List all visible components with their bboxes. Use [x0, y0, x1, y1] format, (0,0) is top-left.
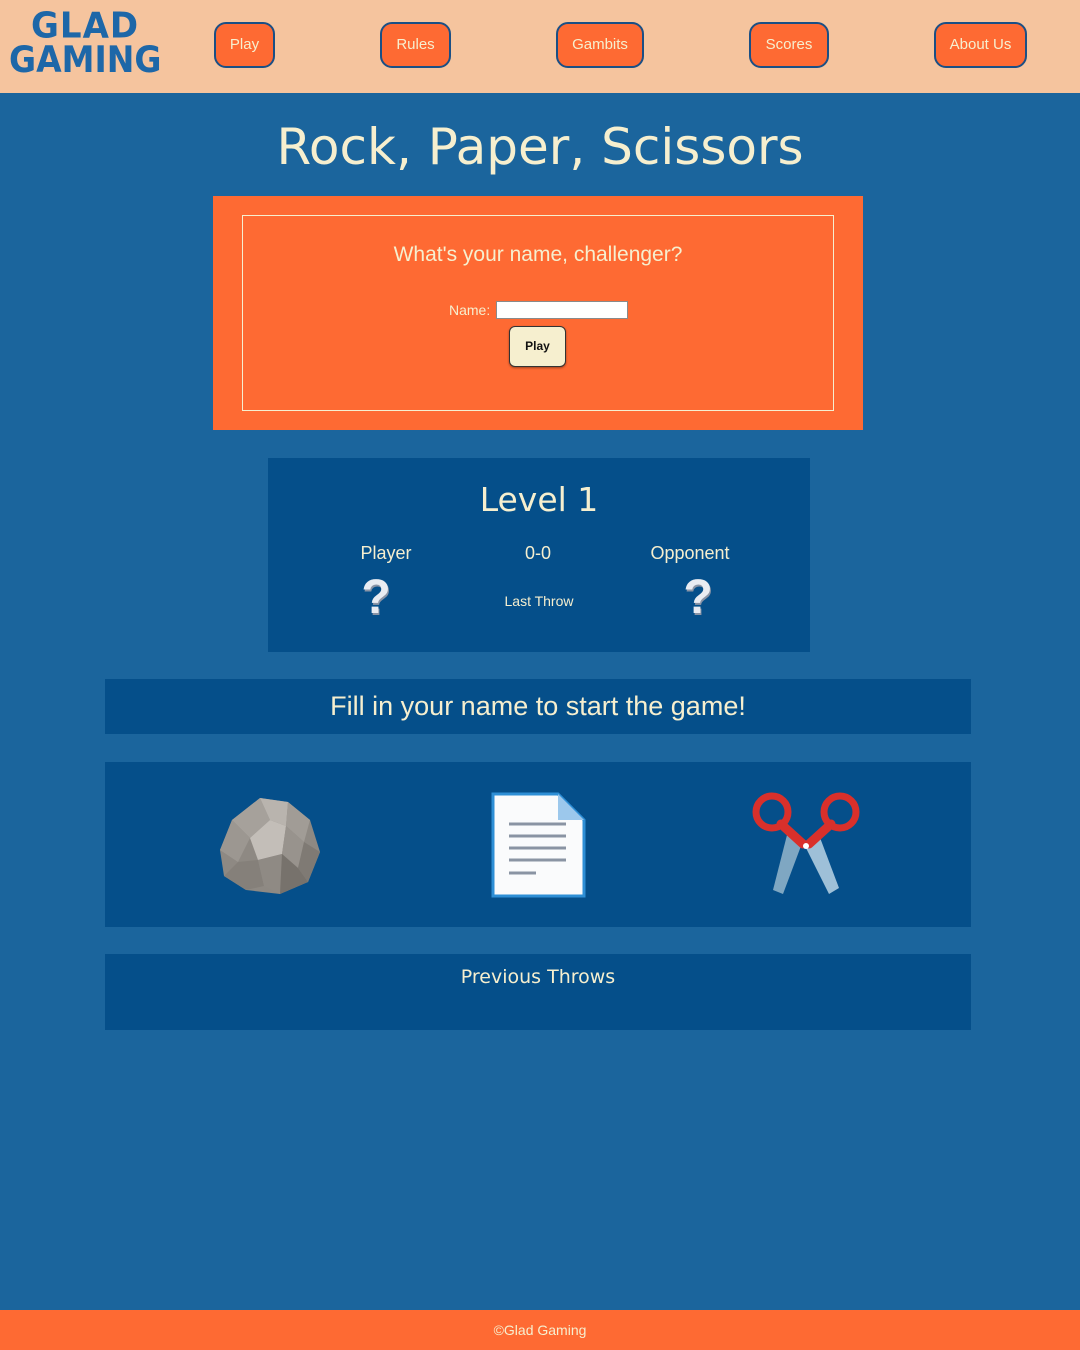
name-question: What's your name, challenger?: [393, 243, 683, 266]
level-title: Level 1: [479, 480, 599, 519]
status-message: Fill in your name to start the game!: [105, 679, 971, 734]
rock-icon: [220, 798, 320, 894]
nav-gambits-button[interactable]: Gambits: [556, 22, 644, 68]
nav-about-us-button[interactable]: About Us: [934, 22, 1027, 68]
nav-rules-button[interactable]: Rules: [380, 22, 451, 68]
page-title: Rock, Paper, Scissors: [276, 118, 804, 176]
level-scoreboard: Level 1 Player 0-0 Opponent ? Last Throw…: [268, 458, 810, 652]
name-form: What's your name, challenger? Name: Play: [242, 215, 834, 411]
opponent-throw-question-icon: ?: [683, 571, 713, 624]
throw-choices: [105, 762, 971, 927]
previous-throws-title: Previous Throws: [460, 966, 616, 988]
play-button[interactable]: Play: [509, 326, 566, 367]
site-header: GLAD GAMING Play Rules Gambits Scores Ab…: [0, 0, 1080, 93]
last-throw-label: Last Throw: [504, 593, 574, 609]
scissors-button[interactable]: [747, 790, 867, 900]
name-input[interactable]: [496, 301, 628, 319]
paper-button[interactable]: [478, 790, 598, 900]
glad-gaming-logo[interactable]: GLAD GAMING: [9, 8, 162, 81]
player-label: Player: [360, 543, 412, 563]
nav-scores-button[interactable]: Scores: [749, 22, 829, 68]
name-label: Name:: [449, 302, 491, 318]
nav-play-button[interactable]: Play: [214, 22, 275, 68]
opponent-label: Opponent: [650, 543, 730, 563]
previous-throws-panel: Previous Throws: [105, 954, 971, 1030]
logo-line2: GAMING: [9, 38, 162, 81]
name-card: What's your name, challenger? Name: Play: [213, 196, 863, 430]
site-footer: ©Glad Gaming: [0, 1310, 1080, 1350]
score-display: 0-0: [524, 543, 551, 563]
rock-button[interactable]: [210, 790, 330, 900]
paper-icon: [491, 792, 586, 898]
scissors-icon: [752, 792, 860, 894]
